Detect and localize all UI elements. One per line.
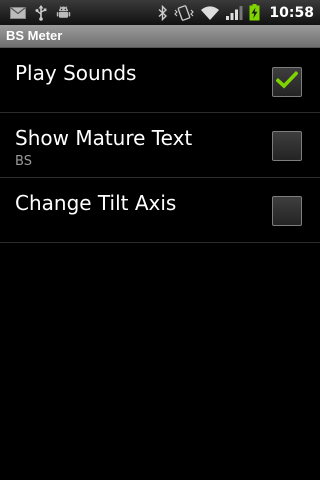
bluetooth-icon: [158, 4, 168, 21]
battery-charging-icon: [249, 4, 260, 21]
show-mature-text-checkbox[interactable]: [272, 131, 302, 161]
preference-title: Change Tilt Axis: [15, 191, 177, 215]
vibrate-icon: [174, 4, 195, 21]
app-title: BS Meter: [6, 28, 63, 43]
status-bar: 10:58: [0, 0, 320, 25]
wifi-icon: [200, 5, 220, 21]
preference-play-sounds[interactable]: Play Sounds: [0, 48, 320, 113]
preference-show-mature-text[interactable]: Show Mature Text BS: [0, 113, 320, 178]
play-sounds-checkbox[interactable]: [272, 67, 302, 97]
preference-list: Play Sounds Show Mature Text BS Change T…: [0, 48, 320, 243]
preference-summary: BS: [15, 154, 32, 169]
clock: 10:58: [269, 4, 314, 21]
usb-icon: [35, 4, 47, 21]
preference-title: Play Sounds: [15, 61, 137, 85]
title-bar: BS Meter: [0, 25, 320, 48]
preference-change-tilt-axis[interactable]: Change Tilt Axis: [0, 178, 320, 243]
android-debug-icon: [56, 5, 71, 20]
preference-title: Show Mature Text: [15, 126, 193, 150]
change-tilt-axis-checkbox[interactable]: [272, 196, 302, 226]
checkmark-icon: [275, 70, 299, 93]
signal-icon: [226, 5, 243, 20]
mail-icon: [10, 6, 26, 19]
